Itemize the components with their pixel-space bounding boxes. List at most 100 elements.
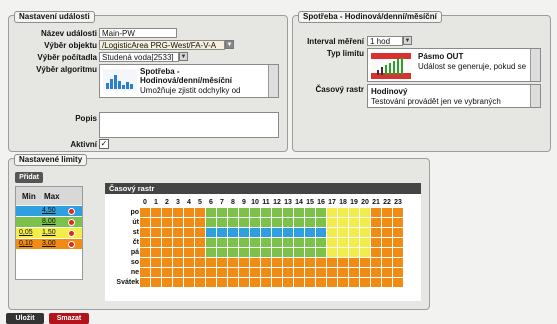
- hour-header[interactable]: 10: [249, 197, 261, 208]
- raster-cell[interactable]: [260, 207, 272, 218]
- raster-cell[interactable]: [205, 217, 217, 228]
- raster-cell[interactable]: [227, 267, 239, 278]
- raster-cell[interactable]: [194, 227, 206, 238]
- raster-cell[interactable]: [315, 207, 327, 218]
- remove-limit-icon[interactable]: [68, 219, 75, 226]
- raster-cell[interactable]: [315, 237, 327, 248]
- raster-cell[interactable]: [205, 237, 217, 248]
- raster-cell[interactable]: [172, 247, 184, 258]
- raster-cell[interactable]: [260, 217, 272, 228]
- hour-header[interactable]: 11: [260, 197, 272, 208]
- object-select[interactable]: /LogisticArea PRG-West/FA-V-A: [99, 40, 225, 50]
- day-label[interactable]: čt: [105, 237, 140, 248]
- raster-cell[interactable]: [205, 207, 217, 218]
- raster-cell[interactable]: [381, 207, 393, 218]
- raster-cell[interactable]: [282, 207, 294, 218]
- raster-cell[interactable]: [216, 257, 228, 268]
- day-label[interactable]: po: [105, 207, 140, 218]
- raster-cell[interactable]: [337, 267, 349, 278]
- limit-type-scrollbar[interactable]: [530, 49, 540, 81]
- algorithm-select[interactable]: Spotřeba - Hodinová/denní/měsíční Umožňu…: [99, 64, 279, 98]
- raster-cell[interactable]: [315, 217, 327, 228]
- raster-cell[interactable]: [359, 217, 371, 228]
- raster-cell[interactable]: [337, 257, 349, 268]
- hour-header[interactable]: 17: [326, 197, 338, 208]
- limit-row[interactable]: 0,10 3,00: [16, 239, 82, 249]
- raster-cell[interactable]: [304, 217, 316, 228]
- hour-header[interactable]: 18: [337, 197, 349, 208]
- raster-cell[interactable]: [293, 207, 305, 218]
- raster-cell[interactable]: [172, 257, 184, 268]
- raster-cell[interactable]: [392, 207, 404, 218]
- raster-cell[interactable]: [139, 247, 151, 258]
- raster-cell[interactable]: [337, 237, 349, 248]
- hour-header[interactable]: 1: [150, 197, 162, 208]
- hour-header[interactable]: 5: [194, 197, 206, 208]
- raster-cell[interactable]: [326, 247, 338, 258]
- raster-cell[interactable]: [183, 247, 195, 258]
- raster-cell[interactable]: [216, 227, 228, 238]
- raster-cell[interactable]: [249, 217, 261, 228]
- raster-cell[interactable]: [370, 207, 382, 218]
- raster-cell[interactable]: [216, 247, 228, 258]
- hour-header[interactable]: 14: [293, 197, 305, 208]
- raster-cell[interactable]: [271, 247, 283, 258]
- raster-cell[interactable]: [238, 247, 250, 258]
- raster-cell[interactable]: [304, 237, 316, 248]
- raster-cell[interactable]: [172, 227, 184, 238]
- raster-cell[interactable]: [227, 217, 239, 228]
- raster-cell[interactable]: [205, 227, 217, 238]
- raster-cell[interactable]: [370, 277, 382, 288]
- raster-cell[interactable]: [282, 237, 294, 248]
- raster-cell[interactable]: [238, 207, 250, 218]
- raster-cell[interactable]: [304, 247, 316, 258]
- limit-type-select[interactable]: Pásmo OUT Událost se generuje, pokud se: [367, 48, 541, 82]
- raster-cell[interactable]: [337, 277, 349, 288]
- hour-header[interactable]: 13: [282, 197, 294, 208]
- raster-cell[interactable]: [161, 267, 173, 278]
- raster-cell[interactable]: [183, 227, 195, 238]
- raster-cell[interactable]: [348, 257, 360, 268]
- raster-cell[interactable]: [183, 267, 195, 278]
- raster-cell[interactable]: [337, 247, 349, 258]
- raster-cell[interactable]: [227, 277, 239, 288]
- raster-cell[interactable]: [150, 267, 162, 278]
- raster-cell[interactable]: [337, 207, 349, 218]
- raster-cell[interactable]: [381, 237, 393, 248]
- raster-cell[interactable]: [249, 237, 261, 248]
- raster-cell[interactable]: [392, 247, 404, 258]
- raster-cell[interactable]: [282, 227, 294, 238]
- raster-cell[interactable]: [370, 217, 382, 228]
- raster-cell[interactable]: [370, 227, 382, 238]
- hour-header[interactable]: 21: [370, 197, 382, 208]
- raster-cell[interactable]: [359, 257, 371, 268]
- raster-cell[interactable]: [304, 207, 316, 218]
- raster-cell[interactable]: [216, 207, 228, 218]
- raster-cell[interactable]: [359, 247, 371, 258]
- raster-cell[interactable]: [304, 267, 316, 278]
- day-label[interactable]: so: [105, 257, 140, 268]
- raster-cell[interactable]: [348, 207, 360, 218]
- raster-cell[interactable]: [183, 277, 195, 288]
- day-label[interactable]: út: [105, 217, 140, 228]
- counter-select[interactable]: Studená voda[2533]: [99, 52, 179, 62]
- raster-cell[interactable]: [139, 257, 151, 268]
- add-limit-button[interactable]: Přidat: [15, 172, 43, 183]
- raster-cell[interactable]: [348, 267, 360, 278]
- limit-row[interactable]: 4,50: [16, 206, 82, 216]
- raster-cell[interactable]: [293, 257, 305, 268]
- raster-cell[interactable]: [227, 227, 239, 238]
- hour-header[interactable]: 4: [183, 197, 195, 208]
- raster-cell[interactable]: [194, 237, 206, 248]
- description-textarea[interactable]: [99, 112, 279, 138]
- hour-header[interactable]: 12: [271, 197, 283, 208]
- raster-cell[interactable]: [293, 267, 305, 278]
- raster-cell[interactable]: [282, 247, 294, 258]
- hour-header[interactable]: 23: [392, 197, 404, 208]
- raster-cell[interactable]: [183, 217, 195, 228]
- raster-cell[interactable]: [348, 217, 360, 228]
- remove-limit-icon[interactable]: [68, 241, 75, 248]
- raster-cell[interactable]: [392, 237, 404, 248]
- raster-grid[interactable]: 0 1 2 3 4 5 6 7 8 9 10 11 12 13 14 15 16 17 18 19 20 21 22 23 po…: [105, 197, 404, 288]
- raster-cell[interactable]: [337, 217, 349, 228]
